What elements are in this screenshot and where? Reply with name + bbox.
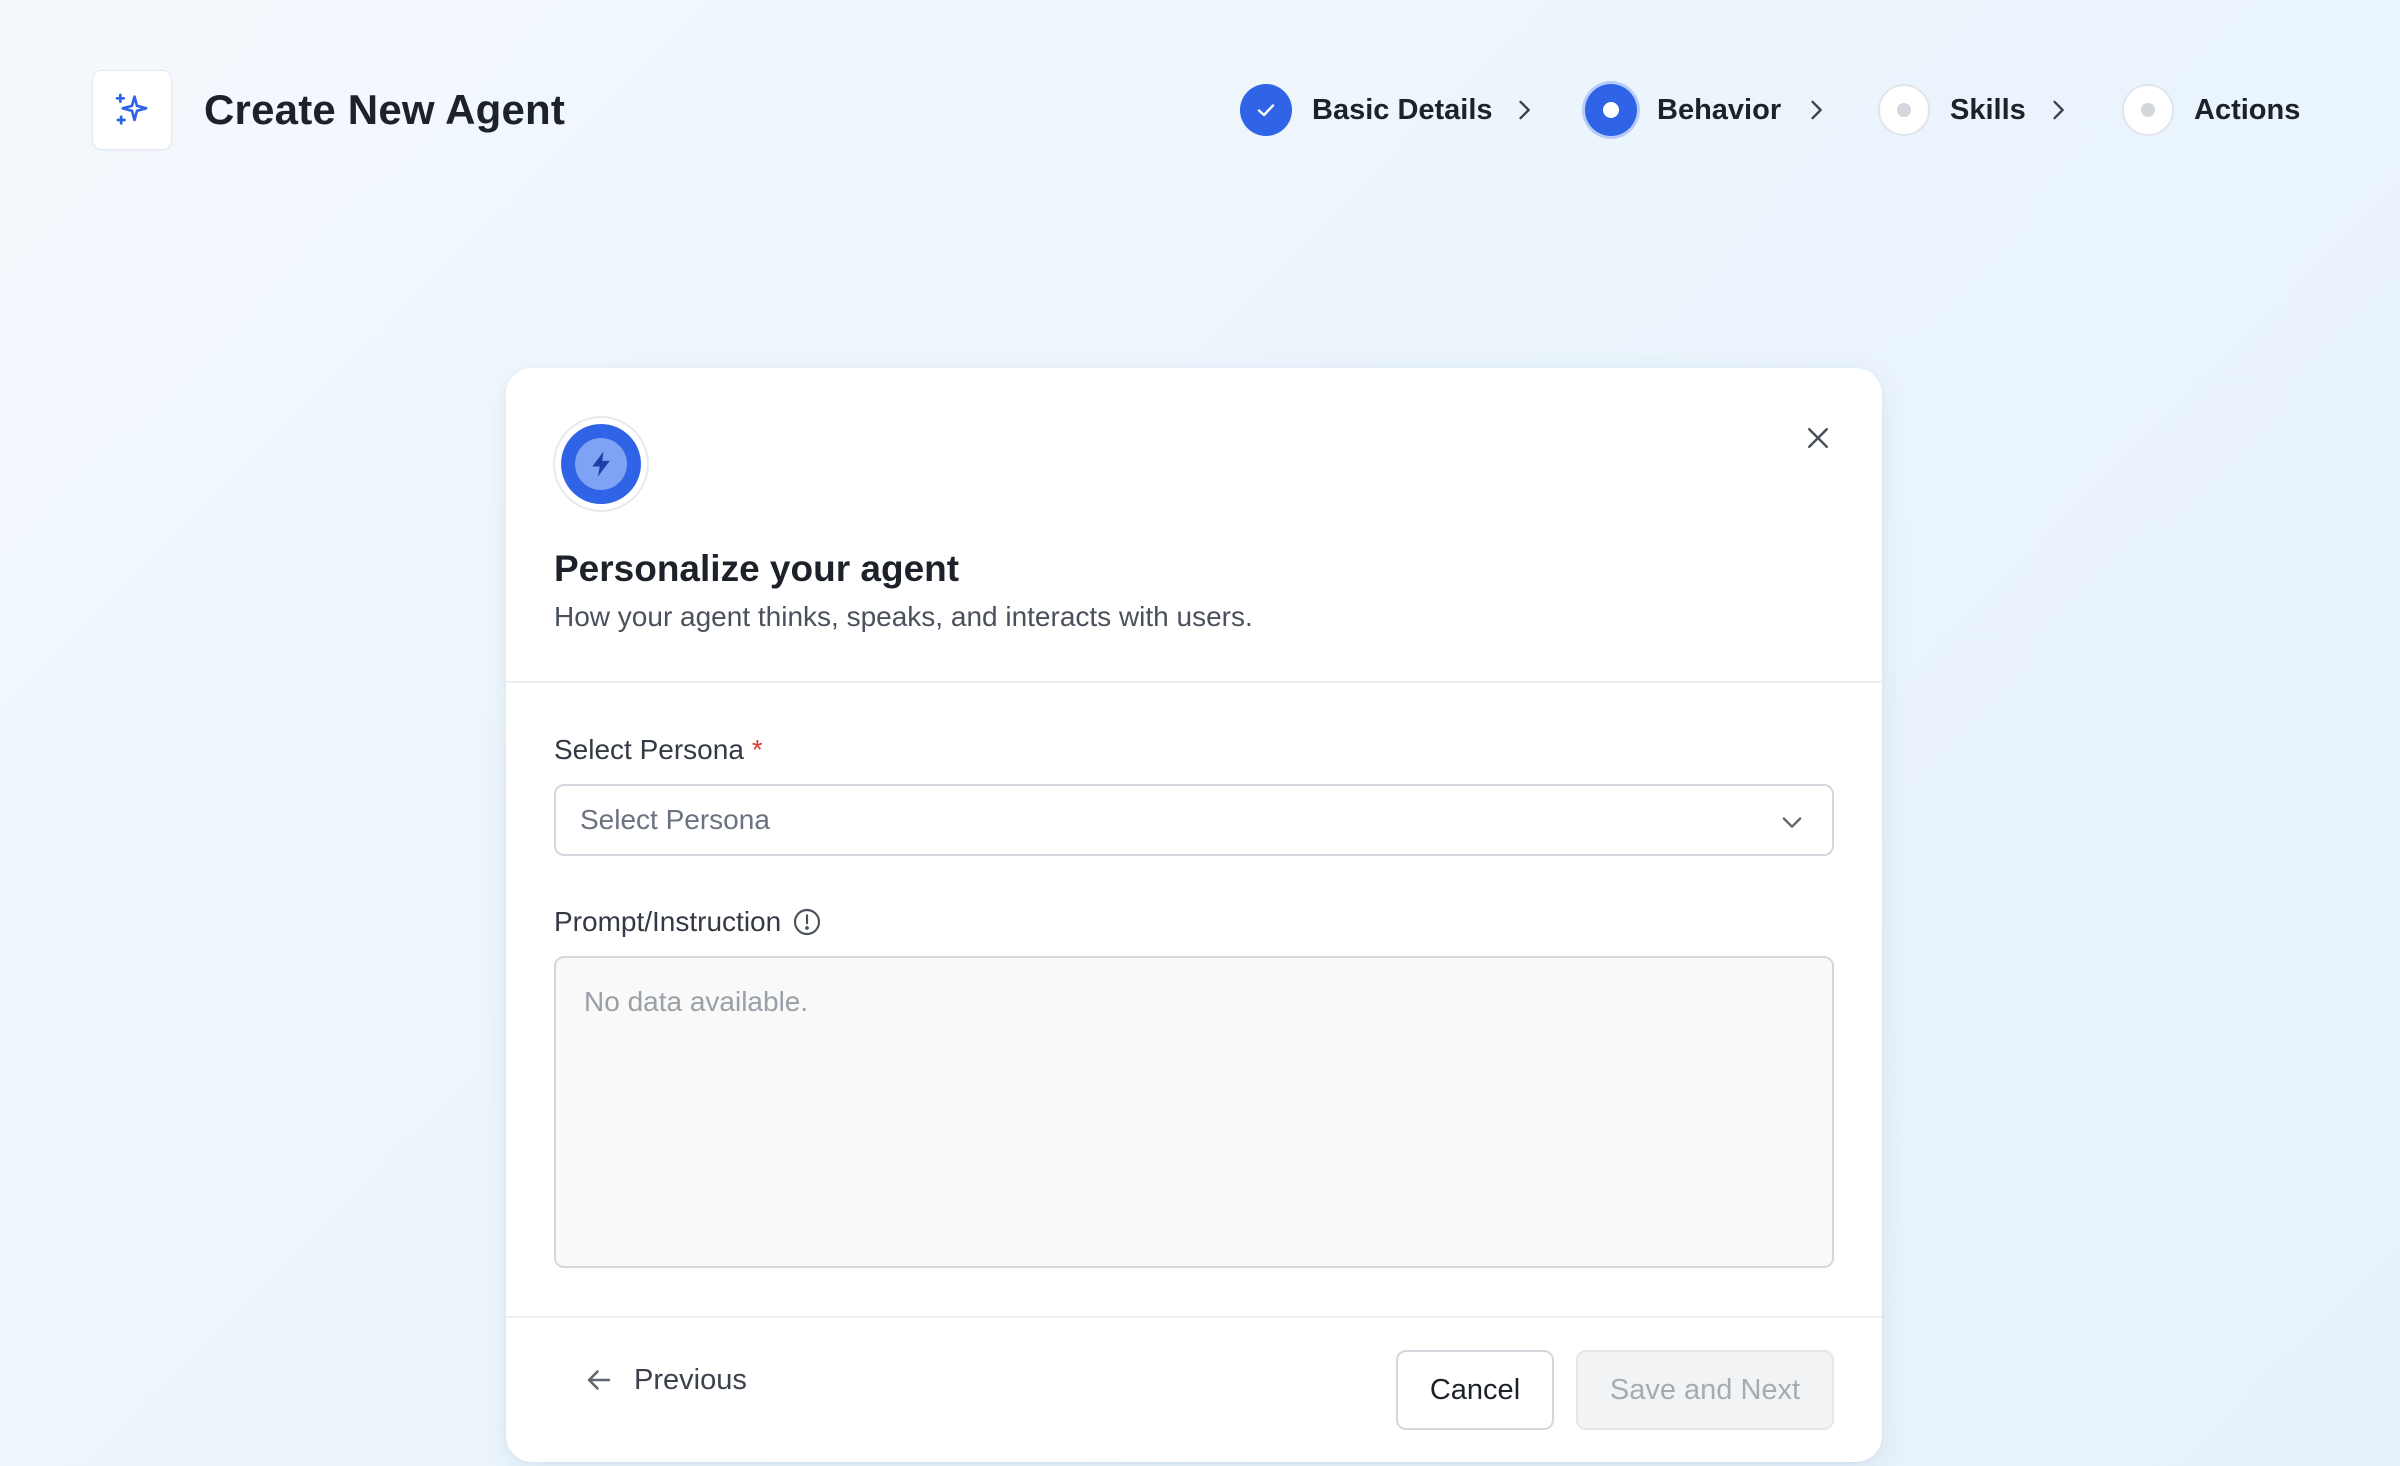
save-and-next-button[interactable]: Save and Next [1576, 1350, 1834, 1430]
app-logo [92, 70, 172, 150]
info-icon[interactable] [791, 906, 823, 938]
required-marker: * [751, 734, 763, 765]
persona-select[interactable]: Select Persona [554, 784, 1834, 856]
personalize-agent-modal: Personalize your agent How your agent th… [506, 368, 1882, 1462]
cancel-button[interactable]: Cancel [1396, 1350, 1554, 1430]
close-button[interactable] [1796, 416, 1840, 460]
prompt-textarea[interactable]: No data available. [554, 956, 1834, 1268]
previous-label: Previous [634, 1363, 747, 1396]
step-behavior[interactable]: Behavior [1585, 80, 1781, 140]
step-label: Behavior [1657, 93, 1782, 126]
chevron-right-icon [1519, 100, 1530, 120]
prompt-label-text: Prompt/Instruction [554, 906, 782, 937]
header-divider [506, 681, 1882, 683]
sparkles-icon [115, 93, 148, 125]
lightning-icon [592, 451, 610, 477]
persona-label-text: Select Persona [554, 734, 744, 765]
chevron-down-icon [1782, 817, 1802, 828]
arrow-left-icon [587, 1370, 611, 1390]
step-pending-indicator [1878, 84, 1930, 136]
prompt-field-label: Prompt/Instruction [554, 906, 823, 938]
chevron-right-icon [1811, 100, 1822, 120]
step-basic-details[interactable]: Basic Details [1240, 80, 1493, 140]
check-icon [1257, 104, 1275, 117]
persona-field-label: Select Persona * [554, 734, 763, 766]
step-skills[interactable]: Skills [1878, 80, 2026, 140]
modal-icon-ring [561, 424, 641, 504]
prompt-placeholder: No data available. [584, 986, 809, 1017]
step-actions[interactable]: Actions [2122, 80, 2300, 140]
modal-title: Personalize your agent [554, 548, 960, 589]
dot-icon [1897, 103, 1911, 117]
step-label: Basic Details [1312, 93, 1493, 126]
step-label: Skills [1950, 93, 2026, 126]
close-icon [1808, 428, 1828, 448]
persona-select-value: Select Persona [580, 804, 770, 835]
step-label: Actions [2194, 93, 2301, 126]
modal-icon-badge [553, 416, 649, 512]
modal-subtitle: How your agent thinks, speaks, and inter… [554, 601, 1253, 632]
step-current-indicator [1585, 84, 1637, 136]
step-completed-indicator [1240, 84, 1292, 136]
page-title: Create New Agent [204, 86, 566, 133]
previous-button[interactable]: Previous [582, 1352, 747, 1408]
chevron-right-icon [2053, 100, 2064, 120]
step-pending-indicator [2122, 84, 2174, 136]
dot-icon [1603, 102, 1619, 118]
dot-icon [2141, 103, 2155, 117]
modal-icon-core [575, 438, 627, 490]
footer-divider [506, 1316, 1882, 1318]
